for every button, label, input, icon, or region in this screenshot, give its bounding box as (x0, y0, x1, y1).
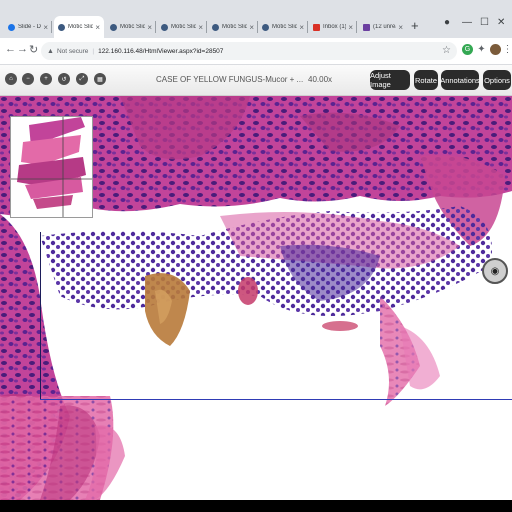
tab-5[interactable]: Motic Slide × (208, 16, 258, 38)
roi-horizontal-line (40, 399, 512, 400)
tab-favicon-icon (161, 23, 168, 31)
tab-3[interactable]: Motic Slide × (106, 16, 156, 38)
tab-title: Motic Slide (120, 24, 146, 30)
close-tab-icon[interactable]: × (198, 23, 203, 32)
grid-icon[interactable]: ▦ (94, 73, 106, 85)
tab-favicon-icon (110, 23, 117, 31)
puzzle-extensions-icon[interactable]: ✦ (476, 44, 487, 55)
mail-icon (363, 23, 370, 31)
close-tab-icon[interactable]: × (95, 23, 100, 32)
avatar[interactable] (490, 44, 501, 55)
zoom-in-icon[interactable]: + (40, 73, 52, 85)
fullscreen-icon[interactable]: ⤢ (76, 73, 88, 85)
close-tab-icon[interactable]: × (249, 23, 254, 32)
warning-icon[interactable]: ▲ (47, 48, 54, 55)
tab-favicon-icon (212, 23, 219, 31)
camera-icon[interactable]: ◉ (482, 258, 508, 284)
close-tab-icon[interactable]: × (398, 23, 403, 32)
minimize-icon[interactable]: — (462, 17, 472, 28)
thumbnail-image (11, 117, 92, 217)
security-label[interactable]: Not secure (57, 48, 88, 55)
tab-title: Inbox (1) (323, 24, 347, 30)
back-icon[interactable]: ← (5, 43, 16, 55)
tab-6[interactable]: Motic Slide × (258, 16, 308, 38)
adjust-image-button[interactable]: Adjust Image (370, 70, 410, 90)
viewer-toolbar: ⌂ − + ↺ ⤢ ▦ CASE OF YELLOW FUNGUS-Mucor … (0, 65, 512, 96)
maximize-icon[interactable]: ☐ (480, 17, 489, 28)
rotate-icon[interactable]: ↺ (58, 73, 70, 85)
tab-title: Motic Slide (68, 24, 94, 30)
zoom-level: 40.00x (308, 75, 333, 84)
close-tab-icon[interactable]: × (43, 23, 48, 32)
tab-7[interactable]: Inbox (1) × (309, 16, 357, 38)
close-window-icon[interactable]: ✕ (497, 17, 505, 28)
close-tab-icon[interactable]: × (147, 23, 152, 32)
reload-icon[interactable]: ↻ (29, 43, 38, 56)
tab-4[interactable]: Motic Slide × (157, 16, 207, 38)
extension-icon[interactable]: G (462, 44, 473, 55)
slide-title: CASE OF YELLOW FUNGUS-Mucor + ... (156, 75, 304, 84)
tab-title: (12 unread (373, 24, 396, 30)
address-bar[interactable]: ▲ Not secure | 122.160.116.48/HtmlViewer… (41, 42, 457, 60)
browser-window: Slide - DS5 × Motic Slide × Motic Slide … (0, 0, 512, 500)
tab-8[interactable]: (12 unread × (359, 16, 407, 38)
tab-title: Slide - DS5 (18, 24, 42, 30)
close-tab-icon[interactable]: × (348, 23, 353, 32)
tab-favicon-icon (58, 23, 65, 31)
tab-favicon-icon (8, 23, 15, 31)
tab-strip: Slide - DS5 × Motic Slide × Motic Slide … (0, 0, 512, 38)
overview-thumbnail[interactable] (10, 116, 93, 218)
tab-2-active[interactable]: Motic Slide × (54, 16, 104, 38)
bookmark-star-icon[interactable]: ☆ (442, 45, 451, 56)
profile-icon[interactable]: ● (444, 17, 450, 28)
home-icon[interactable]: ⌂ (5, 73, 17, 85)
forward-icon[interactable]: → (17, 43, 28, 55)
options-button[interactable]: Options (483, 70, 511, 90)
tab-title: Motic Slide (171, 24, 197, 30)
url-text[interactable]: 122.160.116.48/HtmlViewer.aspx?id=28507 (98, 48, 223, 55)
roi-vertical-line (40, 232, 41, 400)
menu-kebab-icon[interactable]: ⋮ (502, 44, 512, 55)
close-tab-icon[interactable]: × (299, 23, 304, 32)
rotate-button[interactable]: Rotate (414, 70, 438, 90)
browser-toolbar: ← → ↻ ▲ Not secure | 122.160.116.48/Html… (0, 38, 512, 65)
tab-favicon-icon (262, 23, 269, 31)
tab-1[interactable]: Slide - DS5 × (4, 16, 52, 38)
annotations-button[interactable]: Annotations (440, 70, 480, 90)
gmail-icon (313, 23, 320, 31)
tab-title: Motic Slide (272, 24, 298, 30)
zoom-out-icon[interactable]: − (22, 73, 34, 85)
new-tab-button[interactable]: + (411, 18, 419, 33)
tab-title: Motic Slide (222, 24, 248, 30)
